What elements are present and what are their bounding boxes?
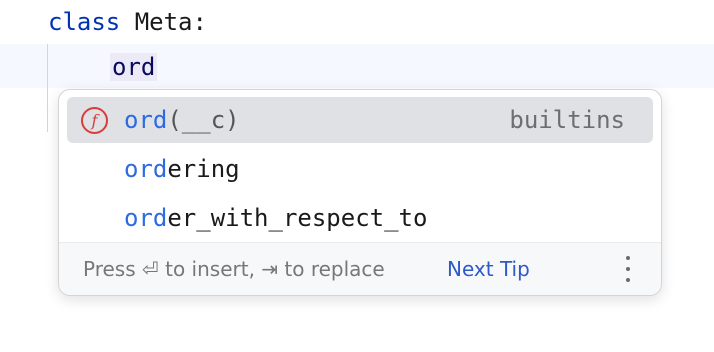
code-editor[interactable]: class Meta: ord f ord(__c) builtins orde… bbox=[0, 0, 714, 352]
typed-word: ord bbox=[110, 53, 158, 81]
indent-guide bbox=[47, 44, 48, 132]
current-line-highlight bbox=[0, 44, 714, 88]
function-icon: f bbox=[81, 106, 108, 134]
keyword-class: class bbox=[48, 8, 121, 36]
completion-item-order-with-respect-to[interactable]: order_with_respect_to bbox=[67, 195, 653, 241]
next-tip-link[interactable]: Next Tip bbox=[447, 257, 530, 281]
completion-item-ordering[interactable]: ordering bbox=[67, 146, 653, 192]
completion-item-ord[interactable]: f ord(__c) builtins bbox=[67, 97, 653, 143]
completion-item-text: ordering bbox=[124, 155, 240, 183]
completion-popup: f ord(__c) builtins ordering order_with_… bbox=[58, 89, 662, 296]
completion-item-type: builtins bbox=[509, 106, 625, 134]
completion-item-text: ord(__c) bbox=[124, 106, 240, 134]
class-name: Meta: bbox=[120, 8, 207, 36]
code-line-class[interactable]: class Meta: bbox=[48, 7, 207, 37]
completion-item-text: order_with_respect_to bbox=[124, 204, 428, 232]
completion-footer: Press ⏎ to insert, ⇥ to replace Next Tip bbox=[59, 242, 661, 295]
vertical-ellipsis-icon[interactable] bbox=[625, 256, 631, 282]
completion-hint: Press ⏎ to insert, ⇥ to replace bbox=[83, 257, 385, 281]
code-line-current[interactable]: ord bbox=[110, 52, 158, 82]
